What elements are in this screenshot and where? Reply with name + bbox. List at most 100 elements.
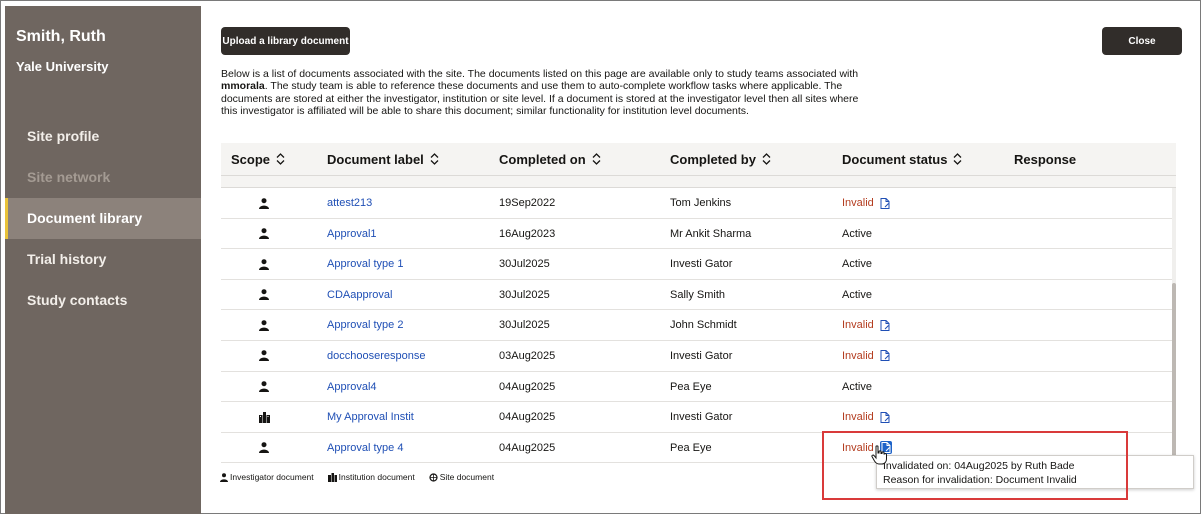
- completed-by-cell: Pea Eye: [670, 441, 712, 454]
- document-label-link[interactable]: My Approval Instit: [327, 402, 414, 432]
- table-header: Scope Document label Completed on Comple…: [221, 143, 1176, 176]
- legend-site-label: Site document: [439, 472, 495, 482]
- completed-by-cell: Pea Eye: [670, 380, 712, 393]
- org-name: Yale University: [16, 59, 109, 74]
- scrollbar-thumb[interactable]: [1172, 283, 1176, 463]
- table-row: Approval type 1 30Jul2025 Investi Gator Act…: [221, 249, 1176, 280]
- sidebar-item-site-network: Site network: [27, 169, 111, 185]
- investigator-scope-icon: [259, 372, 279, 402]
- table-row: My Approval Instit 04Aug2025 Investi Gator…: [221, 402, 1176, 433]
- column-header-label: Response: [1014, 152, 1077, 167]
- status-text: Active: [842, 227, 872, 240]
- sort-icon[interactable]: [762, 144, 771, 177]
- document-status-cell: Active: [842, 219, 872, 249]
- document-status-cell: Invalid: [842, 402, 890, 432]
- column-header-label: Completed on: [499, 152, 586, 167]
- table-row: attest213 19Sep2022 Tom Jenkins Invalid: [221, 188, 1176, 219]
- document-status-cell: Invalid: [842, 341, 890, 371]
- completed-on-cell: 30Jul2025: [499, 288, 550, 301]
- legend-institution-label: Institution document: [338, 472, 415, 482]
- sort-icon[interactable]: [953, 144, 962, 177]
- completed-by-cell: John Schmidt: [670, 319, 737, 332]
- investigator-scope-icon: [259, 188, 279, 218]
- document-label-link[interactable]: Approval1: [327, 219, 377, 249]
- column-header-label: Scope: [231, 152, 271, 167]
- column-header-completed-on[interactable]: Completed on: [499, 143, 601, 176]
- column-header-label: Document label: [327, 152, 424, 167]
- document-label-link[interactable]: Approval type 4: [327, 433, 403, 463]
- completed-by-cell: Tom Jenkins: [670, 197, 732, 209]
- document-status-cell: Active: [842, 372, 872, 402]
- completed-on-cell: 30Jul2025: [499, 258, 550, 271]
- investigator-scope-icon: [259, 310, 279, 340]
- column-header-document-status[interactable]: Document status: [842, 143, 962, 176]
- table-row: docchooseresponse 03Aug2025 Investi Gator I…: [221, 341, 1176, 372]
- annotation-highlight-box: [822, 431, 1128, 500]
- site-icon: [429, 472, 438, 482]
- status-text: Invalid: [842, 197, 874, 209]
- table-row: Approval4 04Aug2025 Pea Eye Active: [221, 372, 1176, 403]
- status-text: Invalid: [842, 319, 874, 332]
- intro-part2: . The study team is able to reference th…: [221, 80, 859, 117]
- completed-by-cell: Investi Gator: [670, 411, 733, 424]
- table-body: attest213 19Sep2022 Tom Jenkins Invalid Appr…: [221, 188, 1176, 464]
- completed-on-cell: 03Aug2025: [499, 349, 556, 362]
- column-header-label: Completed by: [670, 152, 756, 167]
- invalidation-info-icon[interactable]: [880, 319, 890, 331]
- document-label-link[interactable]: attest213: [327, 188, 372, 218]
- status-text: Active: [842, 258, 872, 271]
- close-button[interactable]: Close: [1102, 27, 1182, 55]
- status-text: Active: [842, 288, 872, 301]
- document-status-cell: Invalid: [842, 188, 890, 218]
- invalidation-info-icon[interactable]: [880, 197, 890, 209]
- hand-pointer-cursor-icon: [871, 445, 887, 470]
- sidebar: Smith, Ruth Yale University Site profile…: [5, 6, 201, 514]
- sidebar-item-site-profile[interactable]: Site profile: [5, 116, 201, 157]
- document-label-link[interactable]: Approval type 2: [327, 310, 403, 340]
- sidebar-item-document-library[interactable]: Document library: [5, 198, 201, 239]
- legend-institution: Institution document: [327, 472, 415, 482]
- sort-icon[interactable]: [592, 144, 601, 177]
- document-label-link[interactable]: Approval4: [327, 372, 377, 402]
- column-header-scope[interactable]: Scope: [231, 143, 285, 176]
- sort-icon[interactable]: [430, 144, 439, 177]
- investigator-scope-icon: [259, 341, 279, 371]
- invalidation-info-icon[interactable]: [880, 411, 890, 423]
- column-header-document-label[interactable]: Document label: [327, 143, 439, 176]
- completed-on-cell: 30Jul2025: [499, 319, 550, 332]
- legend-investigator-label: Investigator document: [230, 472, 314, 482]
- investigator-scope-icon: [259, 219, 279, 249]
- table-scrollbar[interactable]: [1172, 188, 1176, 463]
- person-icon: [220, 472, 228, 482]
- status-text: Invalid: [842, 349, 874, 362]
- completed-on-cell: 04Aug2025: [499, 380, 556, 393]
- upload-library-document-button[interactable]: Upload a library document: [221, 27, 350, 55]
- sort-icon[interactable]: [276, 144, 285, 177]
- completed-by-cell: Sally Smith: [670, 288, 726, 301]
- table-row: Approval1 16Aug2023 Mr Ankit Sharma Active: [221, 219, 1176, 250]
- investigator-scope-icon: [259, 249, 279, 279]
- completed-on-cell: 19Sep2022: [499, 197, 556, 209]
- document-label-link[interactable]: docchooseresponse: [327, 341, 425, 371]
- invalidation-info-icon[interactable]: [880, 350, 890, 362]
- intro-text: Below is a list of documents associated …: [221, 68, 871, 117]
- sidebar-item-study-contacts[interactable]: Study contacts: [5, 280, 201, 321]
- column-header-response: Response: [1014, 143, 1076, 176]
- building-icon: [327, 472, 337, 482]
- institution-scope-icon: [259, 402, 279, 432]
- sidebar-nav: Site profile Site network Document libra…: [5, 116, 201, 321]
- table-row: Approval type 2 30Jul2025 John Schmidt Inva…: [221, 310, 1176, 341]
- document-status-cell: Invalid: [842, 310, 890, 340]
- scope-legend: Investigator document Institution docume…: [220, 472, 508, 482]
- completed-on-cell: 04Aug2025: [499, 441, 556, 454]
- status-text: Active: [842, 380, 872, 393]
- column-header-completed-by[interactable]: Completed by: [670, 143, 771, 176]
- column-header-label: Document status: [842, 152, 948, 167]
- completed-by-cell: Mr Ankit Sharma: [670, 227, 752, 240]
- document-label-link[interactable]: CDAapproval: [327, 280, 392, 310]
- completed-by-cell: Investi Gator: [670, 258, 733, 271]
- intro-part1: Below is a list of documents associated …: [221, 68, 859, 80]
- sidebar-item-trial-history[interactable]: Trial history: [5, 239, 201, 280]
- investigator-scope-icon: [259, 280, 279, 310]
- document-label-link[interactable]: Approval type 1: [327, 249, 403, 279]
